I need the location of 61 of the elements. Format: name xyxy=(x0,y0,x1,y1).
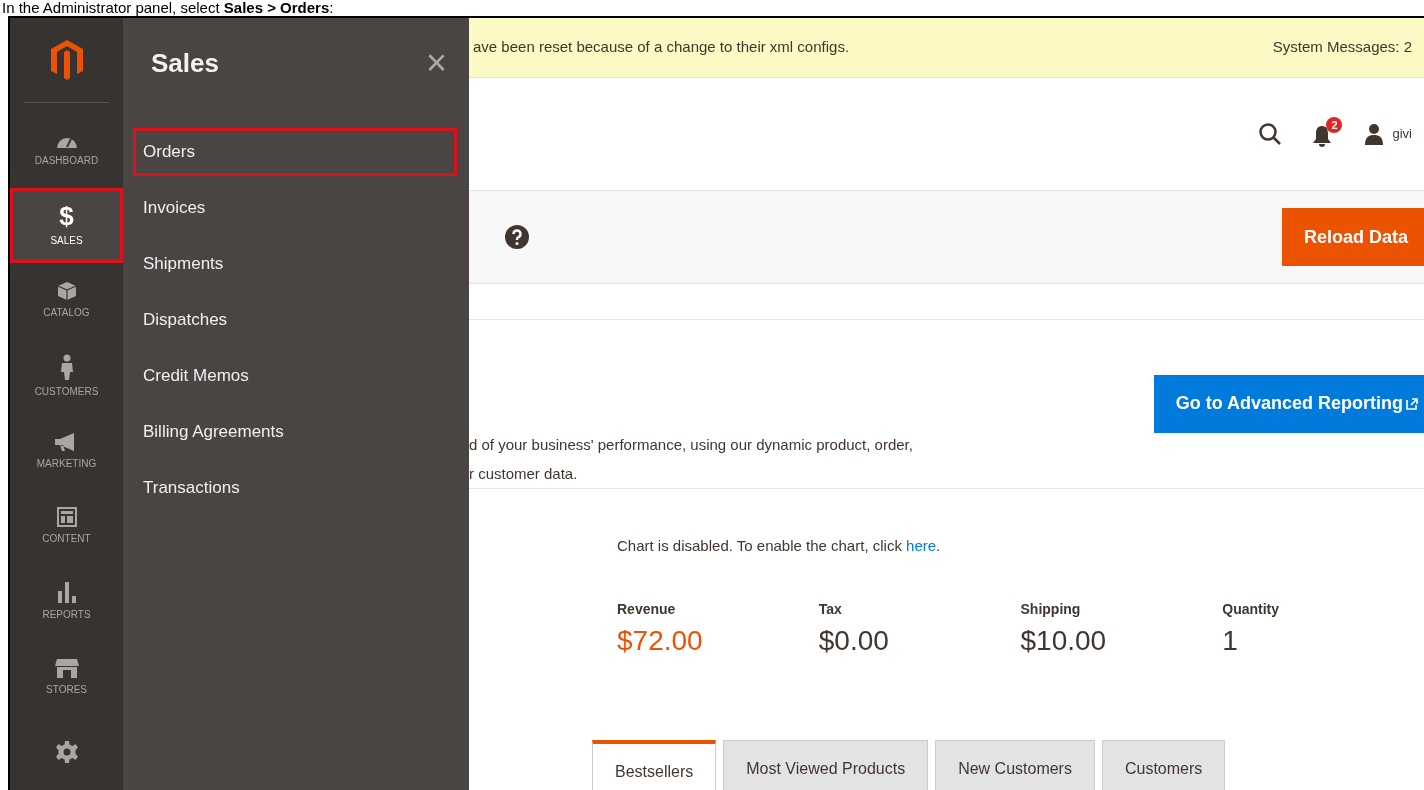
dashboard-tab[interactable]: Bestsellers xyxy=(592,740,717,790)
notification-count: 2 xyxy=(1326,117,1343,134)
dashboard-tab[interactable]: Most Viewed Products xyxy=(723,740,929,790)
dashboard-tab[interactable]: New Customers xyxy=(935,740,1095,790)
sidebar-menu-item[interactable]: STORES xyxy=(10,639,123,715)
sidebar-menu-item[interactable]: REPORTS xyxy=(10,564,123,640)
description-text: r customer data. xyxy=(469,463,579,484)
advanced-reporting-button[interactable]: Go to Advanced Reporting xyxy=(1153,374,1424,433)
stat-value: $0.00 xyxy=(818,624,890,658)
storefront-icon xyxy=(54,657,79,678)
reload-data-button[interactable]: Reload Data xyxy=(1281,208,1424,267)
stat-label: Shipping xyxy=(1020,600,1082,619)
stat-label: Tax xyxy=(818,600,843,619)
enable-chart-link[interactable]: here xyxy=(906,536,937,554)
search-icon[interactable] xyxy=(1258,122,1283,147)
flyout-menu-item[interactable]: Credit Memos xyxy=(133,352,457,400)
bell-icon[interactable] xyxy=(1312,124,1333,147)
sidebar-menu-item[interactable]: DASHBOARD xyxy=(10,112,123,188)
flyout-menu-item[interactable]: Orders xyxy=(133,128,457,176)
instruction-caption: In the Administrator panel, select Sales > Orders: xyxy=(1,0,335,16)
description-text: d of your business' performance, using our dynamic product, order, xyxy=(469,434,913,455)
stat-value: $72.00 xyxy=(617,624,704,658)
stat-value: $10.00 xyxy=(1020,624,1108,658)
sidebar-menu-item[interactable]: $ SALES xyxy=(10,187,123,264)
sidebar-item-label: CONTENT xyxy=(42,532,91,547)
box-icon xyxy=(56,281,77,302)
sidebar-item-label: STORES xyxy=(46,682,87,697)
flyout-menu-item[interactable]: Dispatches xyxy=(133,296,457,344)
close-button[interactable]: × xyxy=(415,45,457,81)
flyout-menu-item[interactable]: Shipments xyxy=(133,240,457,288)
sidebar-menu-item[interactable]: CATALOG xyxy=(10,263,123,339)
dollar-icon: $ xyxy=(59,203,74,230)
user-icon xyxy=(1364,123,1385,146)
stat-label: Revenue xyxy=(617,600,677,619)
external-link-icon xyxy=(1406,397,1418,410)
user-name[interactable]: givi xyxy=(1392,124,1412,144)
gear-icon xyxy=(55,741,78,764)
message-text: ave been reset because of a change to their xml configs. xyxy=(473,37,850,58)
sidebar-item-label: REPORTS xyxy=(42,608,91,623)
flyout-menu-item[interactable]: Transactions xyxy=(133,464,457,512)
flyout-title: Sales xyxy=(151,46,219,80)
chart-disabled-notice: Chart is disabled. To enable the chart, click here. xyxy=(617,535,942,556)
flyout-menu-item[interactable]: Invoices xyxy=(133,184,457,232)
sidebar-item-label: DASHBOARD xyxy=(34,153,99,168)
help-icon[interactable] xyxy=(505,225,529,250)
layout-icon xyxy=(56,507,77,528)
sidebar-item-label: CATALOG xyxy=(43,306,90,321)
person-icon xyxy=(59,353,74,380)
sidebar-menu-item[interactable]: CUSTOMERS xyxy=(10,338,123,414)
logo-icon xyxy=(50,39,83,80)
dashboard-tab[interactable]: Customers xyxy=(1101,740,1226,790)
stat-value: 1 xyxy=(1222,624,1239,658)
bar-chart-icon xyxy=(56,581,77,604)
sidebar-item-label: CUSTOMERS xyxy=(34,384,99,399)
sidebar-menu-item[interactable]: CONTENT xyxy=(10,488,123,565)
system-messages-link[interactable]: System Messages: 2 xyxy=(1272,36,1412,59)
sidebar-item-label: SALES xyxy=(50,234,83,249)
flyout-menu-item[interactable]: Billing Agreements xyxy=(133,408,457,456)
sidebar-item-label: MARKETING xyxy=(36,456,97,471)
sidebar-menu-item[interactable]: MARKETING xyxy=(10,413,123,489)
stat-label: Quantity xyxy=(1222,600,1281,619)
